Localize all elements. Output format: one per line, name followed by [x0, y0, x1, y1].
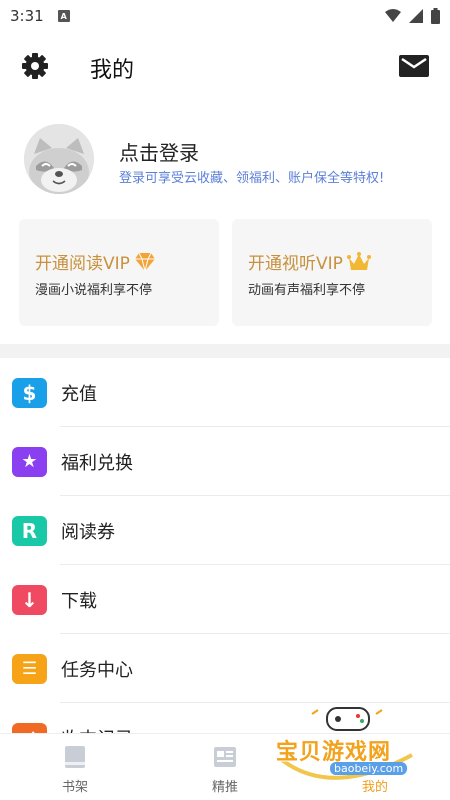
audiovisual-vip-title: 开通视听VIP: [248, 254, 343, 274]
menu-item-label: 福利兑换: [61, 452, 133, 474]
wifi-icon: [385, 9, 401, 22]
settings-button[interactable]: [20, 51, 50, 81]
raccoon-avatar-icon: [24, 124, 94, 194]
menu-item-label: 充值: [61, 383, 97, 405]
login-subtitle: 登录可享受云收藏、领福利、账户保全等特权!: [119, 171, 385, 186]
menu-item-reading-coupon[interactable]: R 阅读券: [0, 496, 450, 565]
reading-vip-subtitle: 漫画小说福利享不停: [35, 283, 153, 298]
profile-icon: [364, 747, 386, 769]
nav-tab-bookshelf[interactable]: 书架: [0, 734, 150, 800]
status-bar: 3:31 A: [0, 0, 450, 32]
menu-item-label: 下载: [61, 590, 97, 612]
app-notification-icon: A: [57, 10, 70, 22]
menu-item-label: 任务中心: [61, 659, 133, 681]
audiovisual-vip-title-row: 开通视听VIP: [248, 249, 371, 274]
menu-item-benefit-exchange[interactable]: ★ 福利兑换: [0, 427, 450, 496]
messages-button[interactable]: [398, 51, 430, 81]
menu-item-task-center[interactable]: ☰ 任务中心: [0, 634, 450, 703]
login-area[interactable]: 点击登录 登录可享受云收藏、领福利、账户保全等特权!: [0, 122, 450, 202]
menu-item-download[interactable]: ↓ 下载: [0, 565, 450, 634]
bookshelf-icon: [65, 746, 85, 768]
audiovisual-vip-card[interactable]: 开通视听VIP 动画有声福利享不停: [232, 219, 432, 326]
nav-tab-mine[interactable]: 我的: [300, 734, 450, 800]
star-ticket-icon: ★: [12, 446, 47, 477]
diamond-icon: [134, 252, 155, 271]
battery-icon: [431, 8, 440, 24]
reading-vip-title: 开通阅读VIP: [35, 254, 130, 274]
reading-vip-card[interactable]: 开通阅读VIP 漫画小说福利享不停: [19, 219, 219, 326]
login-title[interactable]: 点击登录: [119, 137, 199, 166]
menu-item-label: 阅读券: [61, 521, 115, 543]
download-icon: ↓: [12, 584, 47, 615]
menu-item-recharge[interactable]: $ 充值: [0, 358, 450, 427]
status-time: 3:31: [10, 7, 44, 25]
page-title: 我的: [90, 58, 135, 83]
gear-icon: [22, 53, 48, 79]
nav-label: 我的: [361, 780, 388, 795]
reading-vip-title-row: 开通阅读VIP: [35, 249, 156, 274]
dollar-icon: $: [12, 377, 47, 408]
r-ticket-icon: R: [12, 515, 47, 546]
mail-icon: [399, 55, 429, 77]
crown-icon: [346, 251, 371, 270]
nav-label: 书架: [61, 780, 88, 795]
bottom-nav: 书架 精推 我的: [0, 733, 450, 800]
header: 我的: [0, 38, 450, 94]
menu-list: $ 充值 ★ 福利兑换 R 阅读券 ↓ 下载 ☰ 任务中心 ⇄ 收支记录: [0, 358, 450, 772]
avatar[interactable]: [24, 124, 94, 194]
nav-label: 精推: [211, 780, 238, 795]
audiovisual-vip-subtitle: 动画有声福利享不停: [248, 283, 366, 298]
status-icons: [385, 8, 440, 24]
recommend-icon: [214, 747, 236, 767]
task-list-icon: ☰: [12, 653, 47, 684]
section-divider: [0, 344, 450, 358]
signal-icon: [409, 9, 423, 23]
nav-tab-recommend[interactable]: 精推: [150, 734, 300, 800]
